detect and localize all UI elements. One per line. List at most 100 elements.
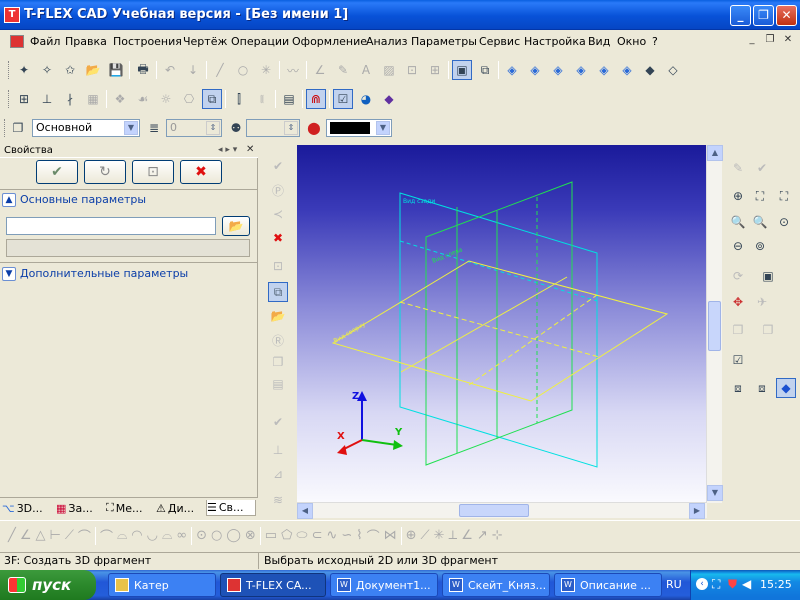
scroll-thumb-horizontal[interactable] [459,504,529,517]
zoom-out-icon[interactable]: ⊖ [728,236,748,256]
layers-icon[interactable]: ▦ [83,89,103,109]
cancel-button[interactable]: ✖ [180,160,222,184]
network-icon[interactable]: ⛶ [712,577,720,592]
circle-cross-icon[interactable]: ⊗ [245,528,256,543]
horizontal-scrollbar[interactable]: ◀ ▶ [297,502,707,519]
save-icon[interactable]: 💾 [106,60,126,80]
zoom-actual-icon[interactable]: ⊙ [774,212,794,232]
view-iso-icon[interactable]: ◆ [640,60,660,80]
ok-button[interactable]: ✔ [36,160,78,184]
print-icon[interactable]: 🖶 [133,60,153,80]
shaded-icon[interactable]: ◆ [776,378,796,398]
h-line-icon[interactable]: ⊢ [49,528,60,543]
wireframe-icon[interactable]: ⧈ [728,378,748,398]
grid-icon[interactable]: ⊞ [14,89,34,109]
view-bottom-icon[interactable]: ◈ [617,60,637,80]
snap-mid-icon[interactable]: ⊹ [492,528,503,543]
menu-window[interactable]: Окно [617,35,646,48]
view-back-icon[interactable]: ◈ [525,60,545,80]
magnet-icon[interactable]: ⋒ [306,89,326,109]
ellipse-arc-icon[interactable]: ⌓ [162,528,172,543]
line-icon[interactable]: ╱ [210,60,230,80]
preview-button[interactable]: ⊡ [132,160,174,184]
snap-tangent-icon[interactable]: ⟂ [449,528,458,543]
chevron-down-icon[interactable]: ▼ [2,267,16,281]
cancel-icon[interactable]: ✖ [268,228,288,248]
node-icon[interactable]: ✳ [256,60,276,80]
view-top-icon[interactable]: ◈ [594,60,614,80]
menu-construct[interactable]: Построения [113,35,182,48]
task-tflex[interactable]: T-FLEX CA... [220,573,326,597]
path-icon[interactable]: ⌇ [356,528,362,543]
language-indicator[interactable]: RU [666,578,682,591]
model-tree-icon[interactable]: ⧉ [202,89,222,109]
fly-icon[interactable]: ✈ [752,292,772,312]
snap-angle-icon[interactable]: ∠ [461,528,473,543]
level-combobox[interactable]: ⇕ [246,119,300,137]
window-view-icon[interactable]: ▣ [758,266,778,286]
hatch-icon[interactable]: ▨ [379,60,399,80]
section-extra-params[interactable]: ▼ Дополнительные параметры [2,267,256,283]
color-combobox[interactable]: ▼ [326,119,392,137]
angle-icon[interactable]: ∠ [20,528,32,543]
snap-point-icon[interactable]: ⊕ [406,528,417,543]
view-front-icon[interactable]: ◈ [502,60,522,80]
snap-node-icon[interactable]: ✳ [434,528,445,543]
properties-icon[interactable]: ☑ [333,89,353,109]
volume-icon[interactable]: ◀ [742,577,751,591]
hidden-lines-icon[interactable]: ⧈ [752,378,772,398]
zoom-in-icon[interactable]: ⊕ [728,186,748,206]
menu-view[interactable]: Вид [588,35,610,48]
r-icon[interactable]: Ⓡ [268,330,288,350]
spline-icon[interactable]: ∽ [341,528,352,543]
apply-button[interactable]: ↻ [84,160,126,184]
tab-me[interactable]: ⛶ Ме... [106,500,156,516]
pencil-icon[interactable]: ✎ [333,60,353,80]
chevron-up-icon[interactable]: ▲ [2,193,16,207]
bezier-icon[interactable]: ∿ [326,528,337,543]
mdi-close-button[interactable]: ✕ [780,33,796,47]
coordinate-icon[interactable]: ⊥ [37,89,57,109]
task-skate[interactable]: W Скейт_Княз... [442,573,550,597]
scroll-left-icon[interactable]: ◀ [297,503,313,519]
browse-folder-button[interactable]: 📂 [222,216,250,236]
toolbar-grip[interactable] [4,119,7,137]
menu-settings[interactable]: Настройка [524,35,586,48]
tab-3d[interactable]: ⌥ 3D... [2,500,54,516]
dim-icon[interactable]: ⊿ [268,464,288,484]
mdi-minimize-button[interactable]: _ [744,33,760,47]
menu-file[interactable]: Файл [30,35,60,48]
arc-4-icon[interactable]: ◡ [147,528,158,543]
arc-icon[interactable]: ⌒ [100,526,113,545]
pe-icon[interactable]: Ⓟ [268,180,288,200]
menu-drawing[interactable]: Чертёж [183,35,227,48]
menu-parameters[interactable]: Параметры [411,35,477,48]
light-icon[interactable]: ☼ [156,89,176,109]
thickness-combobox[interactable]: 0 ⇕ [166,119,222,137]
zoom-window-icon[interactable]: ⛶ [750,186,770,206]
node-curve-icon[interactable]: ⋈ [384,528,397,543]
section-main-params[interactable]: ▲ Основные параметры [2,193,256,209]
zoom-all-icon[interactable]: ⊚ [750,236,770,256]
pages-icon[interactable]: ❐ [758,320,778,340]
3d-viewport[interactable]: Вид сзади Вид слева Вид сверху Z Y X [297,145,707,503]
branch-icon[interactable]: ≺ [268,204,288,224]
calculator-icon[interactable]: ▤ [279,89,299,109]
arc-2-icon[interactable]: ⌓ [117,528,127,543]
dimension-icon[interactable]: ∠ [310,60,330,80]
anchor-icon[interactable]: ⊥ [268,440,288,460]
chevron-down-icon[interactable]: ▼ [376,121,390,135]
new-template-icon[interactable]: ✩ [60,60,80,80]
layer-combobox[interactable]: Основной ▼ [32,119,140,137]
layer-small-icon[interactable]: ≋ [268,490,288,510]
shade-icon[interactable]: ◕ [356,89,376,109]
ok-icon[interactable]: ✔ [268,156,288,176]
start-button[interactable]: пуск [0,570,96,600]
tab-di[interactable]: ⚠ Ди... [156,500,206,516]
task-doc1[interactable]: W Документ1... [330,573,438,597]
menu-operations[interactable]: Операции [231,35,289,48]
page-icon[interactable]: ❐ [728,320,748,340]
menu-edit[interactable]: Правка [65,35,107,48]
2d-window-icon[interactable]: ▣ [452,60,472,80]
open-fragment-icon[interactable]: 📂 [268,306,288,326]
